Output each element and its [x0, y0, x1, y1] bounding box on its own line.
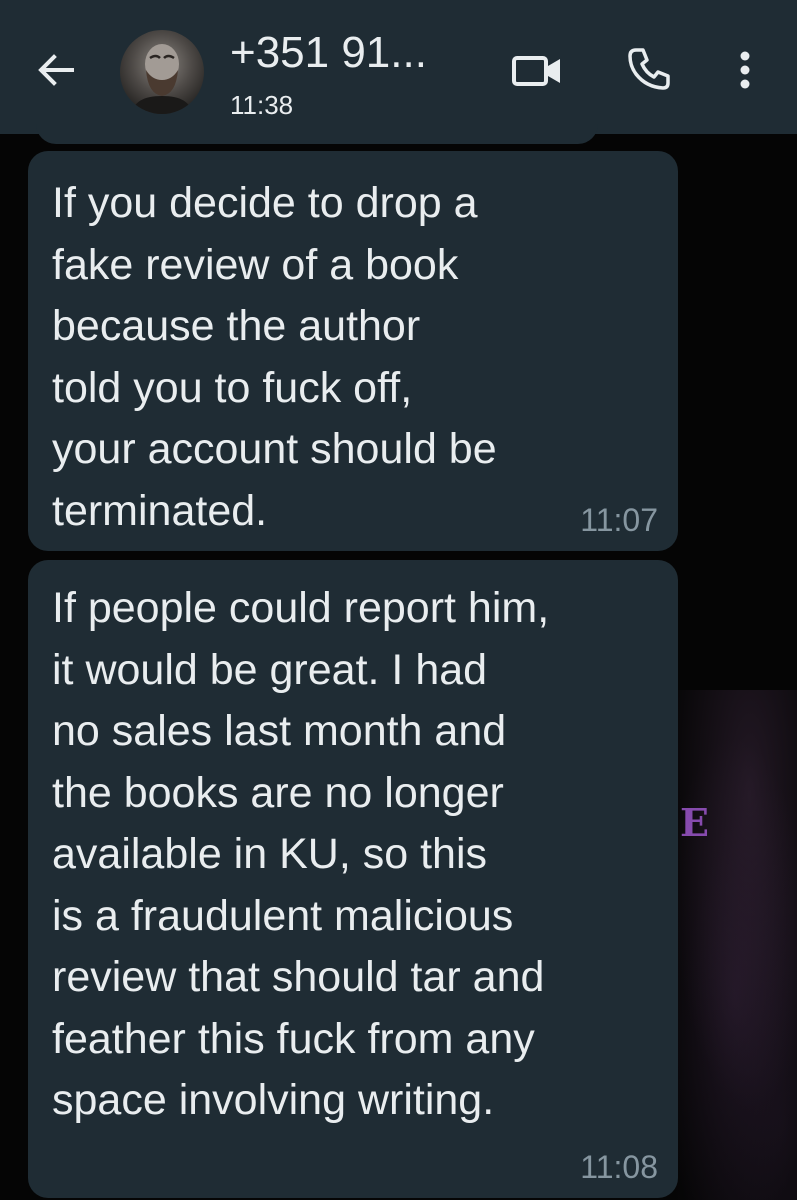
arrow-left-icon — [38, 54, 74, 86]
avatar-image — [132, 44, 192, 114]
chat-header: +351 91... 11:38 — [0, 0, 797, 134]
wallpaper-letter: E — [680, 800, 709, 845]
message-text: If people could report him, it would be … — [52, 584, 550, 1124]
previous-message-bubble — [36, 118, 598, 144]
more-vertical-icon — [740, 51, 750, 89]
message-bubble[interactable]: If you decide to drop a fake review of a… — [28, 151, 678, 551]
voice-call-button[interactable] — [624, 44, 674, 94]
message-time: 11:08 — [580, 1149, 658, 1185]
avatar[interactable] — [120, 30, 204, 114]
chat-screen: E +351 91... 11:38 If you decide to drop… — [0, 0, 797, 1200]
video-camera-icon — [512, 56, 560, 86]
phone-icon — [628, 48, 670, 90]
contact-status: 11:38 — [230, 90, 294, 120]
back-button[interactable] — [34, 48, 78, 92]
message-bubble[interactable]: If people could report him, it would be … — [28, 560, 678, 1198]
more-options-button[interactable] — [730, 46, 760, 94]
contact-name[interactable]: +351 91... — [230, 28, 480, 78]
message-text: If you decide to drop a fake review of a… — [52, 179, 497, 535]
message-time: 11:07 — [580, 502, 658, 538]
video-call-button[interactable] — [510, 48, 566, 92]
